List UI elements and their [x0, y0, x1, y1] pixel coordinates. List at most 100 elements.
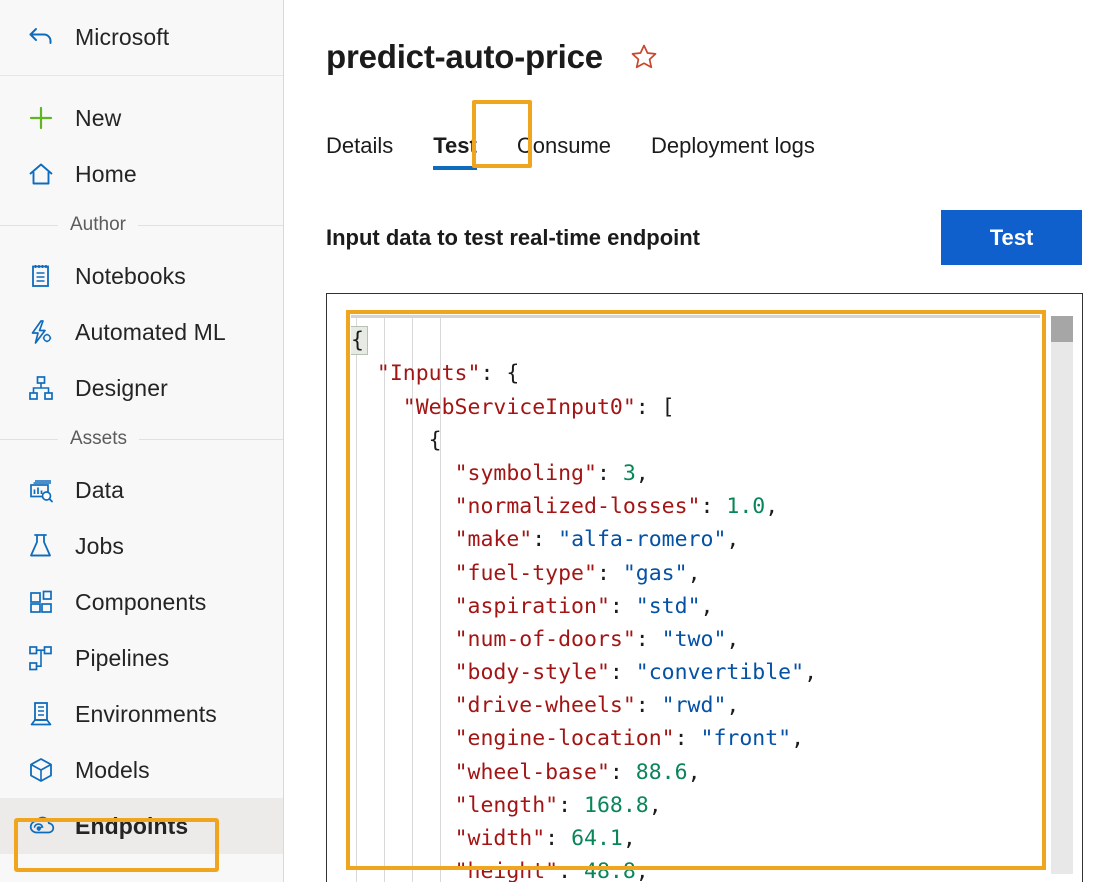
sidebar-item-models[interactable]: Models	[0, 742, 283, 798]
json-token-p: ,	[635, 859, 649, 882]
json-token-p: :	[558, 792, 585, 818]
json-code-line: "drive-wheels": "rwd",	[351, 689, 1082, 722]
bracket-match-highlight: {	[351, 326, 368, 356]
json-token-p: :	[596, 560, 623, 586]
pipelines-icon	[26, 643, 60, 673]
sidebar-item-label: Environments	[75, 700, 217, 727]
sidebar-items-list: New Home Author Notebooks Automated ML D…	[0, 76, 283, 854]
json-token-s: "convertible"	[635, 660, 805, 686]
sidebar-item-endpoints[interactable]: Endpoints	[0, 798, 283, 854]
json-code-line: "body-style": "convertible",	[351, 656, 1082, 689]
brand-label: Microsoft	[75, 24, 170, 50]
section-divider	[0, 439, 283, 440]
sidebar-item-notebooks[interactable]: Notebooks	[0, 248, 283, 304]
json-token-k: "aspiration"	[454, 593, 610, 619]
json-token-k: "engine-location"	[454, 726, 675, 752]
json-code-line: "normalized-losses": 1.0,	[351, 490, 1082, 523]
tab-consume[interactable]: Consume	[517, 133, 611, 170]
main-content: predict-auto-price Details Test Consume …	[284, 0, 1101, 882]
json-token-p: :	[609, 759, 636, 785]
tab-details[interactable]: Details	[326, 133, 393, 170]
json-token-n: 88.6	[635, 759, 688, 785]
json-token-p: ,	[765, 494, 779, 520]
json-token-p: ,	[648, 792, 662, 818]
sidebar-item-label: Data	[75, 476, 124, 503]
json-editor-body[interactable]: { "Inputs": { "WebServiceInput0": [ { "s…	[351, 318, 1082, 882]
sidebar-item-label: Home	[75, 160, 137, 187]
sidebar-item-pipelines[interactable]: Pipelines	[0, 630, 283, 686]
sidebar-item-label: Pipelines	[75, 644, 170, 671]
json-token-n: 1.0	[726, 494, 766, 520]
app-root: Microsoft New Home Author Notebooks Auto…	[0, 0, 1101, 882]
json-code-line: "length": 168.8,	[351, 789, 1082, 822]
sidebar-item-environments[interactable]: Environments	[0, 686, 283, 742]
sidebar-item-components[interactable]: Components	[0, 574, 283, 630]
json-token-k: "symboling"	[454, 460, 597, 486]
json-token-k: "length"	[454, 792, 559, 818]
left-navigation-sidebar: Microsoft New Home Author Notebooks Auto…	[0, 0, 284, 882]
json-code-content[interactable]: { "Inputs": { "WebServiceInput0": [ { "s…	[351, 318, 1082, 882]
plus-icon	[26, 103, 60, 133]
components-icon	[26, 587, 60, 617]
sidebar-item-automated-ml[interactable]: Automated ML	[0, 304, 283, 360]
json-token-p: ,	[726, 527, 740, 553]
section-title: Input data to test real-time endpoint	[326, 224, 701, 250]
json-token-k: "height"	[454, 859, 559, 882]
json-token-p: :	[532, 527, 559, 553]
json-token-p: :	[635, 693, 662, 719]
json-token-p: :	[635, 626, 662, 652]
json-token-s: "two"	[661, 626, 727, 652]
json-token-p: :	[558, 859, 585, 882]
json-code-line: "num-of-doors": "two",	[351, 623, 1082, 656]
json-code-line: "Inputs": {	[351, 357, 1082, 390]
json-token-p: :	[609, 593, 636, 619]
editor-vertical-scrollbar[interactable]	[1051, 316, 1073, 875]
json-code-line: "aspiration": "std",	[351, 590, 1082, 623]
json-code-line: "fuel-type": "gas",	[351, 557, 1082, 590]
json-code-line: "engine-location": "front",	[351, 722, 1082, 755]
tab-test[interactable]: Test	[433, 133, 477, 171]
automated-ml-icon	[26, 317, 60, 347]
sidebar-item-label: Models	[75, 756, 150, 783]
json-token-k: "WebServiceInput0"	[402, 394, 636, 420]
json-token-p: {	[428, 427, 442, 453]
json-code-line: "WebServiceInput0": [	[351, 391, 1082, 424]
scrollbar-thumb[interactable]	[1051, 316, 1073, 343]
brand-back-row[interactable]: Microsoft	[0, 0, 283, 76]
models-cube-icon	[26, 755, 60, 785]
sidebar-item-label: Jobs	[75, 532, 124, 559]
home-icon	[26, 159, 60, 189]
sidebar-section-assets: Assets	[0, 416, 283, 462]
active-tab-indicator	[433, 166, 477, 171]
json-token-k: "num-of-doors"	[454, 626, 636, 652]
endpoints-cloud-icon	[26, 811, 60, 841]
json-token-p: ,	[622, 826, 636, 852]
sidebar-item-jobs[interactable]: Jobs	[0, 518, 283, 574]
sidebar-item-home[interactable]: Home	[0, 146, 283, 202]
json-token-k: "drive-wheels"	[454, 693, 636, 719]
json-token-p: :	[674, 726, 701, 752]
json-token-p: :	[596, 460, 623, 486]
sidebar-section-label: Assets	[58, 428, 140, 450]
star-outline-icon[interactable]	[629, 42, 659, 72]
sidebar-item-designer[interactable]: Designer	[0, 360, 283, 416]
sidebar-item-data[interactable]: Data	[0, 462, 283, 518]
tab-bar: Details Test Consume Deployment logs	[326, 100, 1101, 171]
json-token-n: 168.8	[584, 792, 649, 818]
sidebar-item-new[interactable]: New	[0, 90, 283, 146]
tab-deployment-logs[interactable]: Deployment logs	[651, 133, 815, 170]
json-token-k: "make"	[454, 527, 533, 553]
back-arrow-icon[interactable]	[26, 24, 60, 52]
test-button[interactable]: Test	[941, 210, 1082, 266]
json-token-s: "rwd"	[661, 693, 727, 719]
json-editor-container[interactable]: { "Inputs": { "WebServiceInput0": [ { "s…	[326, 293, 1083, 882]
